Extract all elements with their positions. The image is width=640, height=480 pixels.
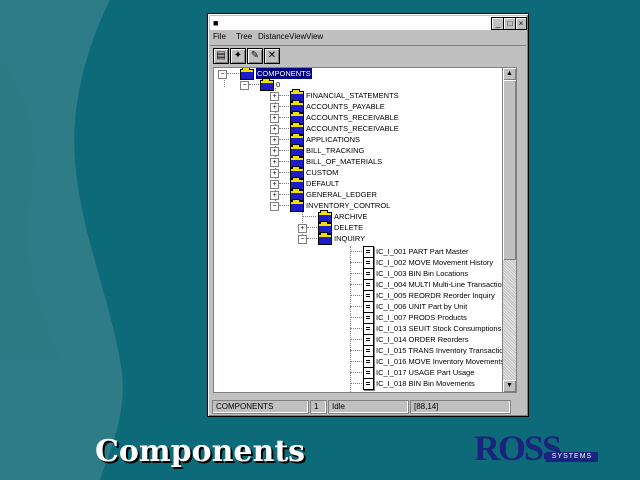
tree-leaf[interactable]: IC_I_004 MULTI Multi-Line Transactions	[326, 279, 503, 291]
slide-title: Components	[95, 434, 306, 469]
tree-node-inquiry[interactable]: − INQUIRY	[298, 232, 448, 245]
scroll-down-arrow-icon[interactable]: ▼	[503, 380, 516, 392]
menu-bar: File Tree DistanceView View	[210, 31, 526, 44]
status-component: COMPONENTS	[212, 400, 309, 414]
tree-leaf[interactable]: IC_I_001 PART Part Master	[326, 246, 503, 258]
tree-node-module[interactable]: + BILL_OF_MATERIALS	[270, 155, 490, 168]
menu-tree[interactable]: Tree	[236, 32, 252, 41]
components-window: ■ _ □ × File Tree DistanceView View ▤ ✦ …	[207, 13, 529, 417]
toolbar-run-button[interactable]: ✦	[230, 48, 246, 64]
toolbar: ▤ ✦ ✎ ✕	[210, 45, 526, 64]
collapse-icon[interactable]: −	[240, 81, 249, 90]
tree-node-module[interactable]: + CUSTOM	[270, 166, 490, 179]
app-icon[interactable]: ■	[213, 18, 223, 28]
menu-view[interactable]: View	[306, 32, 323, 41]
status-position: [88,14]	[410, 400, 511, 414]
menu-distanceview[interactable]: DistanceView	[258, 32, 306, 41]
tree-node-module[interactable]: + ACCOUNTS_RECEIVABLE	[270, 122, 490, 135]
tree-leaf[interactable]: IC_I_017 USAGE Part Usage	[326, 367, 503, 379]
tree-leaf[interactable]: IC_I_003 BIN Bin Locations	[326, 268, 503, 280]
tree-leaf[interactable]: IC_I_015 TRANS Inventory Transactions	[326, 345, 503, 357]
menu-file[interactable]: File	[213, 32, 226, 41]
tree-node-module[interactable]: + BILL_TRACKING	[270, 144, 490, 157]
tree-leaf[interactable]: IC_I_016 MOVE Inventory Movements	[326, 356, 503, 368]
title-bar[interactable]: ■ _ □ ×	[210, 16, 527, 30]
tree-node-module[interactable]: + ACCOUNTS_RECEIVABLE	[270, 111, 490, 124]
tree-node-module[interactable]: + APPLICATIONS	[270, 133, 490, 146]
tree-node-child[interactable]: − 0	[240, 78, 340, 91]
status-count: 1	[310, 400, 327, 414]
toolbar-delete-button[interactable]: ✕	[264, 48, 280, 64]
collapse-icon[interactable]: −	[218, 70, 227, 79]
tree-node-root[interactable]: − COMPONENTS	[218, 68, 418, 80]
tree-leaf[interactable]: IC_I_002 MOVE Movement History	[326, 257, 503, 269]
status-mode: Idle	[328, 400, 409, 414]
tree-node-module[interactable]: + FINANCIAL_STATEMENTS	[270, 89, 490, 102]
tree-leaf[interactable]: IC_I_006 UNIT Part by Unit	[326, 301, 503, 313]
ross-systems-logo: ROSS SYSTEMS	[474, 428, 602, 470]
folder-open-icon	[318, 232, 332, 245]
scroll-up-arrow-icon[interactable]: ▲	[503, 68, 516, 80]
toolbar-edit-button[interactable]: ✎	[247, 48, 263, 64]
tree-leaf[interactable]: IC_I_007 PRODS Products	[326, 312, 503, 324]
close-button[interactable]: ×	[515, 17, 527, 30]
tree-node-module-expanded[interactable]: − INVENTORY_CONTROL	[270, 199, 490, 212]
tree-node-module[interactable]: + ACCOUNTS_PAYABLE	[270, 100, 490, 113]
scroll-thumb[interactable]	[503, 80, 516, 260]
tree-leaf[interactable]: IC_I_018 BIN Bin Movements	[326, 378, 503, 390]
vertical-scrollbar[interactable]: ▲ ▼	[502, 67, 517, 393]
document-icon	[363, 378, 374, 390]
tree-leaf[interactable]: IC_I_013 SEUIT Stock Consumptions	[326, 323, 503, 335]
status-bar: COMPONENTS 1 Idle [88,14]	[210, 399, 526, 414]
toolbar-dpl-button[interactable]: ▤	[213, 48, 229, 64]
tree-leaf[interactable]: IC_I_014 ORDER Reorders	[326, 334, 503, 346]
tree-leaf[interactable]: IC_I_005 REORDR Reorder Inquiry	[326, 290, 503, 302]
component-tree[interactable]: − COMPONENTS − 0 + FINANCIAL_STATEMENTS +…	[213, 67, 504, 393]
tree-node-module[interactable]: + GENERAL_LEDGER	[270, 188, 490, 201]
tree-node-module[interactable]: + DEFAULT	[270, 177, 490, 190]
